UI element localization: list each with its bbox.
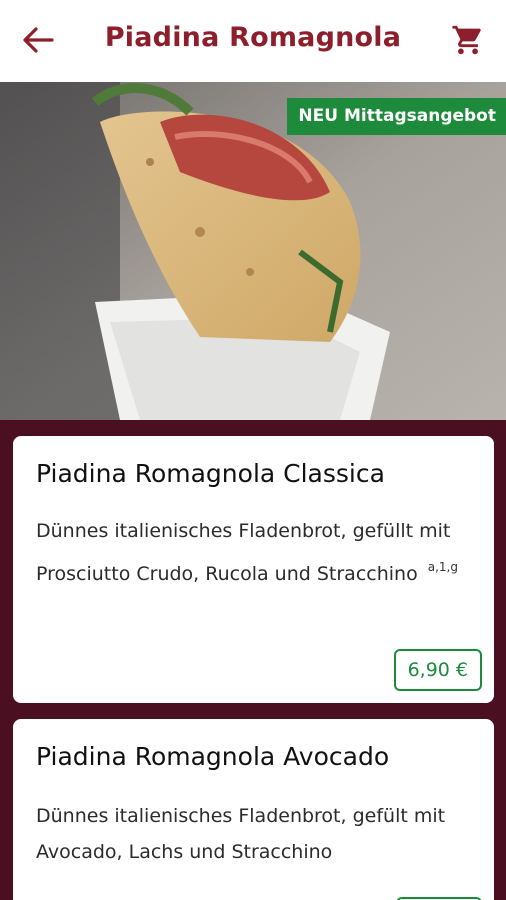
allergen-codes: a,1,g [427,560,458,574]
cart-button[interactable] [444,18,492,62]
arrow-left-icon [23,27,54,53]
product-description-text: Dünnes italienisches Fladenbrot, gefüllt… [36,520,451,585]
shopping-cart-icon [452,25,481,55]
price-button[interactable]: 6,90 € [393,649,482,691]
app-bar: Piadina Romagnola [0,0,506,82]
product-name: Piadina Romagnola Classica [36,459,385,488]
product-name: Piadina Romagnola Avocado [36,742,390,771]
product-card[interactable]: Piadina Romagnola Classica Dünnes italie… [13,436,494,703]
product-description: Dünnes italienisches Fladenbrot, gefüllt… [36,513,474,592]
page-title: Piadina Romagnola [104,22,402,53]
product-description: Dünnes italienisches Fladenbrot, gefült … [36,805,446,863]
back-button[interactable] [14,18,62,62]
product-card[interactable]: Piadina Romagnola Avocado Dünnes italien… [13,719,494,900]
new-lunch-offer-badge: NEU Mittagsangebot [287,98,506,135]
